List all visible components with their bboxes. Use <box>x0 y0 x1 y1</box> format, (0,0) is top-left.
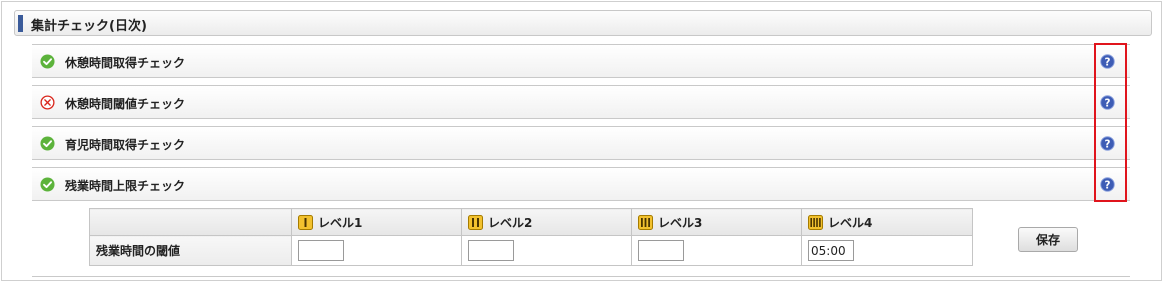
check-ok-icon <box>40 136 55 151</box>
overtime-threshold-label: 残業時間の閾値 <box>89 235 292 266</box>
level-2-header: レベル2 <box>461 208 632 236</box>
overtime-threshold-table: レベル1 レベル2 レベル3 レベル4 残業時間の閾値 05:00 <box>89 208 973 266</box>
save-button[interactable]: 保存 <box>1018 227 1078 252</box>
section-title: 集計チェック(日次) <box>31 19 147 34</box>
level-4-header: レベル4 <box>801 208 973 236</box>
level-2-icon <box>468 214 483 230</box>
level-2-cell <box>461 235 632 266</box>
table-corner <box>89 208 292 236</box>
level-3-icon <box>638 214 653 230</box>
level-1-label: レベル1 <box>318 215 363 230</box>
level-1-cell <box>291 235 462 266</box>
level-1-input[interactable] <box>298 240 344 261</box>
level-3-input[interactable] <box>638 240 684 261</box>
level-4-cell <box>801 235 973 266</box>
level-1-header: レベル1 <box>291 208 462 236</box>
level-3-label: レベル3 <box>658 215 703 230</box>
level-4-input[interactable] <box>808 240 854 261</box>
check-row-break-acquisition[interactable]: 休憩時間取得チェック ? <box>32 44 1130 78</box>
level-2-input[interactable] <box>468 240 514 261</box>
section-divider <box>32 276 1130 277</box>
check-row-break-threshold[interactable]: 休憩時間閾値チェック ? <box>32 85 1130 119</box>
check-row-overtime-limit[interactable]: 残業時間上限チェック ? <box>32 167 1130 201</box>
level-4-icon <box>808 214 823 230</box>
check-ok-icon <box>40 54 55 69</box>
check-row-childcare-acquisition[interactable]: 育児時間取得チェック ? <box>32 126 1130 160</box>
section-accent-bar <box>18 15 23 32</box>
level-3-cell <box>631 235 802 266</box>
check-label: 残業時間上限チェック <box>65 179 186 193</box>
help-icons-highlight <box>1094 43 1127 202</box>
section-header[interactable]: 集計チェック(日次) <box>14 10 1152 36</box>
check-label: 休憩時間閾値チェック <box>65 97 186 111</box>
check-ok-icon <box>40 177 55 192</box>
check-label: 育児時間取得チェック <box>65 138 186 152</box>
check-error-icon <box>40 95 55 110</box>
level-1-icon <box>298 214 313 230</box>
level-3-header: レベル3 <box>631 208 802 236</box>
level-4-label: レベル4 <box>828 215 873 230</box>
check-label: 休憩時間取得チェック <box>65 56 186 70</box>
level-2-label: レベル2 <box>488 215 533 230</box>
